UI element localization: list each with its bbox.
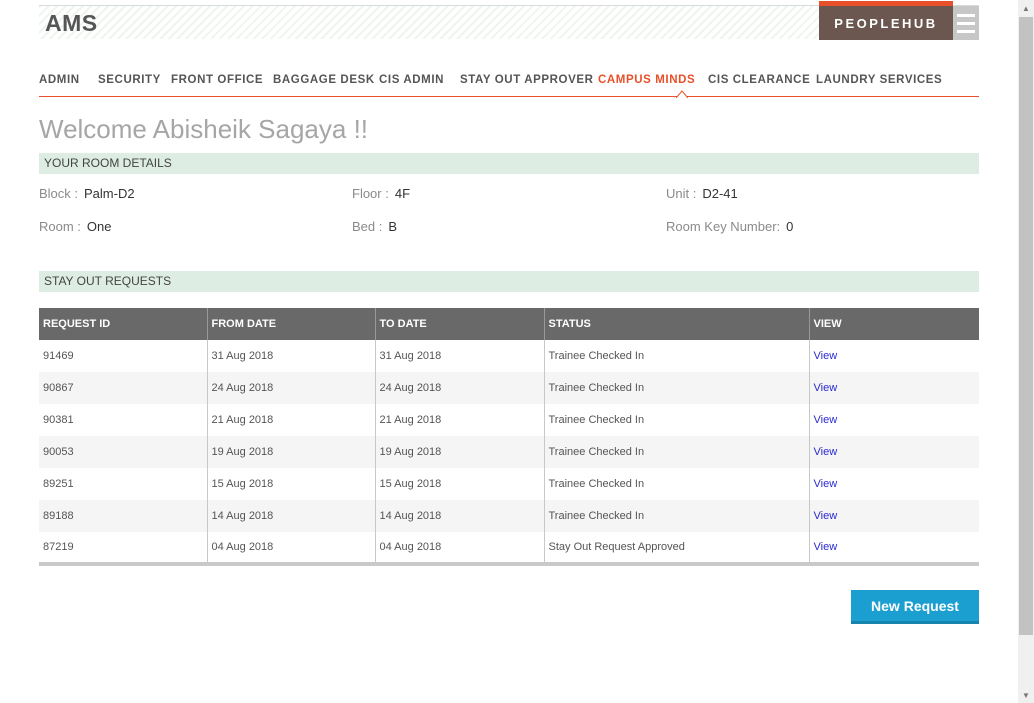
hamburger-menu-icon[interactable] <box>953 6 979 40</box>
room-key-detail: Room Key Number: 0 <box>666 219 793 234</box>
bed-label: Bed : <box>352 219 383 234</box>
nav-item-laundry-services[interactable]: LAUNDRY SERVICES <box>816 74 942 86</box>
view-link[interactable]: View <box>814 414 838 426</box>
column-header-from-date[interactable]: FROM DATE <box>207 308 376 340</box>
view-link[interactable]: View <box>814 510 838 522</box>
cell-status: Trainee Checked In <box>544 500 810 532</box>
main-nav: ADMIN SECURITY FRONT OFFICE BAGGAGE DESK… <box>39 74 979 98</box>
floor-label: Floor : <box>352 186 389 201</box>
view-link[interactable]: View <box>814 350 838 362</box>
nav-item-security[interactable]: SECURITY <box>98 74 161 86</box>
scrollbar-thumb[interactable] <box>1019 17 1033 635</box>
cell-status: Stay Out Request Approved <box>544 532 810 564</box>
cell-from-date: 14 Aug 2018 <box>207 500 376 532</box>
page: AMS PEOPLEHUB ADMIN SECURITY FRONT OFFIC… <box>0 0 1018 703</box>
cell-view: View <box>809 468 979 500</box>
nav-item-cis-clearance[interactable]: CIS CLEARANCE <box>708 74 810 86</box>
floor-value: 4F <box>394 186 411 201</box>
table-row: 90381 21 Aug 2018 21 Aug 2018 Trainee Ch… <box>39 404 979 436</box>
nav-item-campus-minds[interactable]: CAMPUS MINDS <box>598 74 695 86</box>
table-row: 87219 04 Aug 2018 04 Aug 2018 Stay Out R… <box>39 532 979 564</box>
unit-label: Unit : <box>666 186 697 201</box>
bed-value: B <box>388 219 398 234</box>
block-detail: Block : Palm-D2 <box>39 186 135 201</box>
column-header-to-date[interactable]: TO DATE <box>375 308 545 340</box>
table-row: 91469 31 Aug 2018 31 Aug 2018 Trainee Ch… <box>39 340 979 372</box>
cell-from-date: 21 Aug 2018 <box>207 404 376 436</box>
room-detail: Room : One <box>39 219 111 234</box>
cell-view: View <box>809 436 979 468</box>
cell-status: Trainee Checked In <box>544 404 810 436</box>
stay-out-requests-table: REQUEST ID FROM DATE TO DATE STATUS VIEW… <box>39 308 979 566</box>
cell-request-id: 90867 <box>39 372 208 404</box>
arrow-down-icon[interactable]: ▼ <box>1018 687 1034 703</box>
cell-request-id: 91469 <box>39 340 208 372</box>
new-request-button[interactable]: New Request <box>851 590 979 624</box>
cell-from-date: 04 Aug 2018 <box>207 532 376 564</box>
nav-item-stay-out-approver[interactable]: STAY OUT APPROVER <box>460 74 594 86</box>
cell-request-id: 90053 <box>39 436 208 468</box>
cell-to-date: 24 Aug 2018 <box>375 372 545 404</box>
view-link[interactable]: View <box>814 382 838 394</box>
cell-request-id: 90381 <box>39 404 208 436</box>
app-header: AMS PEOPLEHUB <box>39 1 979 40</box>
peoplehub-button[interactable]: PEOPLEHUB <box>819 1 953 40</box>
cell-from-date: 31 Aug 2018 <box>207 340 376 372</box>
column-header-request-id[interactable]: REQUEST ID <box>39 308 208 340</box>
room-details-header: YOUR ROOM DETAILS <box>39 153 979 174</box>
room-key-value: 0 <box>786 219 794 234</box>
cell-status: Trainee Checked In <box>544 340 810 372</box>
cell-status: Trainee Checked In <box>544 468 810 500</box>
nav-item-admin[interactable]: ADMIN <box>39 74 80 86</box>
cell-view: View <box>809 532 979 564</box>
cell-request-id: 89251 <box>39 468 208 500</box>
view-link[interactable]: View <box>814 446 838 458</box>
cell-to-date: 21 Aug 2018 <box>375 404 545 436</box>
cell-view: View <box>809 500 979 532</box>
room-value: One <box>86 219 112 234</box>
cell-from-date: 24 Aug 2018 <box>207 372 376 404</box>
arrow-up-icon[interactable]: ▲ <box>1018 0 1034 16</box>
cell-view: View <box>809 340 979 372</box>
cell-from-date: 15 Aug 2018 <box>207 468 376 500</box>
table-row: 89188 14 Aug 2018 14 Aug 2018 Trainee Ch… <box>39 500 979 532</box>
unit-detail: Unit : D2-41 <box>666 186 738 201</box>
bed-detail: Bed : B <box>352 219 397 234</box>
stay-out-requests-header: STAY OUT REQUESTS <box>39 271 979 292</box>
room-label: Room : <box>39 219 81 234</box>
column-header-status[interactable]: STATUS <box>544 308 810 340</box>
nav-item-baggage-desk[interactable]: BAGGAGE DESK <box>273 74 375 86</box>
block-value: Palm-D2 <box>84 186 135 201</box>
cell-status: Trainee Checked In <box>544 436 810 468</box>
view-link[interactable]: View <box>814 478 838 490</box>
unit-value: D2-41 <box>702 186 738 201</box>
view-link[interactable]: View <box>814 541 838 553</box>
cell-to-date: 15 Aug 2018 <box>375 468 545 500</box>
cell-to-date: 14 Aug 2018 <box>375 500 545 532</box>
cell-view: View <box>809 372 979 404</box>
app-logo[interactable]: AMS <box>45 10 98 37</box>
cell-status: Trainee Checked In <box>544 372 810 404</box>
room-key-label: Room Key Number: <box>666 219 781 234</box>
cell-to-date: 04 Aug 2018 <box>375 532 545 564</box>
cell-to-date: 19 Aug 2018 <box>375 436 545 468</box>
cell-view: View <box>809 404 979 436</box>
active-tab-caret-icon <box>676 90 688 98</box>
table-row: 89251 15 Aug 2018 15 Aug 2018 Trainee Ch… <box>39 468 979 500</box>
table-row: 90867 24 Aug 2018 24 Aug 2018 Trainee Ch… <box>39 372 979 404</box>
table-row: 90053 19 Aug 2018 19 Aug 2018 Trainee Ch… <box>39 436 979 468</box>
nav-item-cis-admin[interactable]: CIS ADMIN <box>379 74 444 86</box>
cell-request-id: 87219 <box>39 532 208 564</box>
cell-request-id: 89188 <box>39 500 208 532</box>
block-label: Block : <box>39 186 79 201</box>
floor-detail: Floor : 4F <box>352 186 410 201</box>
vertical-scrollbar[interactable]: ▲ ▼ <box>1018 0 1034 703</box>
column-header-view[interactable]: VIEW <box>809 308 979 340</box>
cell-from-date: 19 Aug 2018 <box>207 436 376 468</box>
nav-item-front-office[interactable]: FRONT OFFICE <box>171 74 263 86</box>
cell-to-date: 31 Aug 2018 <box>375 340 545 372</box>
welcome-heading: Welcome Abisheik Sagaya !! <box>39 114 369 144</box>
table-header-row: REQUEST ID FROM DATE TO DATE STATUS VIEW <box>39 308 979 340</box>
